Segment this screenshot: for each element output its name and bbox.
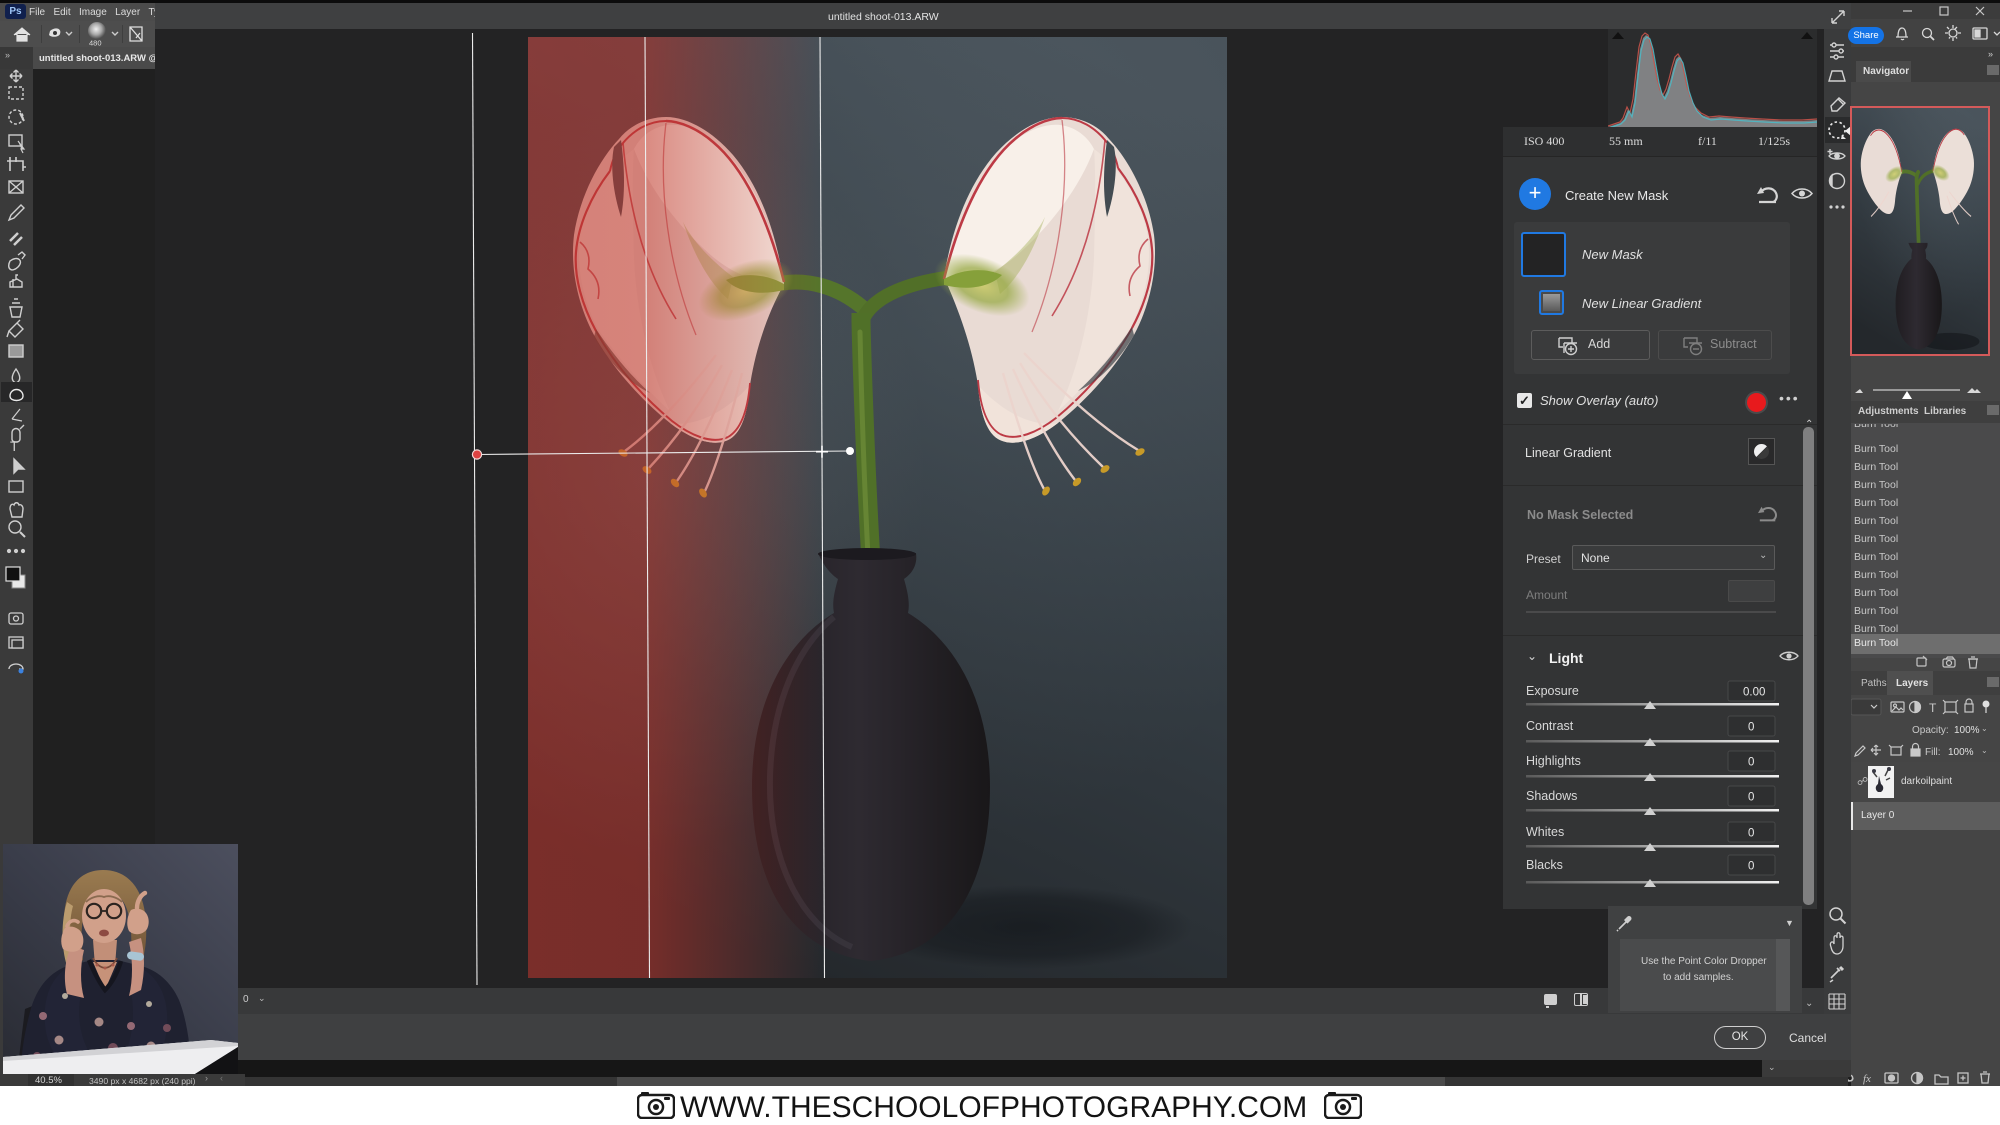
svg-text:Highlights: Highlights	[1526, 754, 1581, 768]
svg-text:480: 480	[89, 39, 102, 48]
svg-text:0: 0	[1748, 722, 1754, 734]
svg-text:T: T	[1929, 701, 1937, 715]
svg-text:Exposure: Exposure	[1526, 684, 1579, 698]
svg-text:0: 0	[1748, 757, 1754, 769]
svg-text:0.00: 0.00	[1743, 687, 1765, 699]
svg-text:fx: fx	[1863, 1073, 1871, 1085]
svg-text:Blacks: Blacks	[1526, 858, 1563, 872]
svg-text:Shadows: Shadows	[1526, 789, 1577, 803]
svg-text:0: 0	[1748, 792, 1754, 804]
svg-text:Whites: Whites	[1526, 825, 1564, 839]
svg-text:0: 0	[1748, 861, 1754, 873]
svg-text:0: 0	[1748, 828, 1754, 840]
svg-text:T: T	[10, 438, 19, 454]
svg-text:Contrast: Contrast	[1526, 719, 1574, 733]
